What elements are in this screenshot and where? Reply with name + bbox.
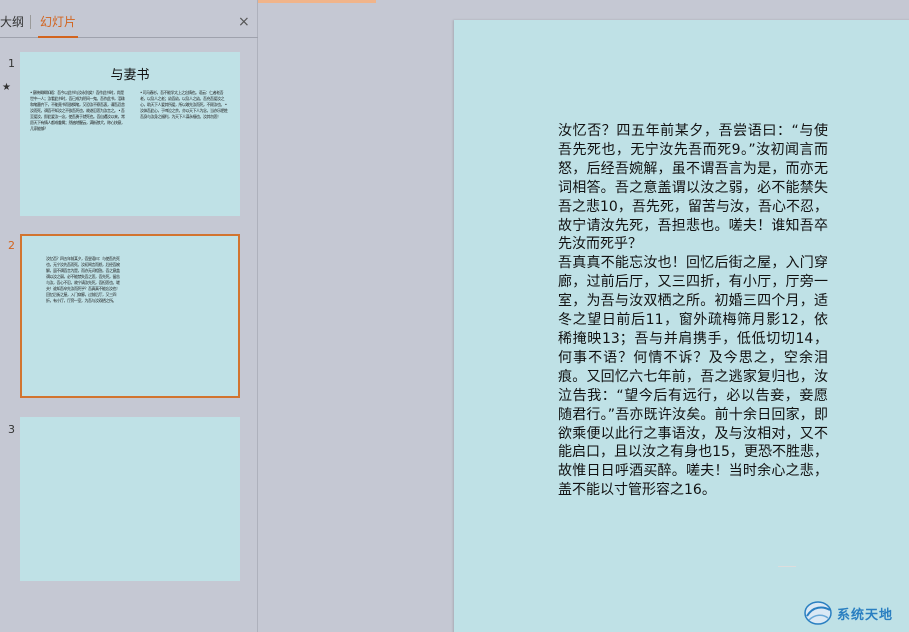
tab-slides[interactable]: 幻灯片: [40, 14, 76, 30]
slide-number-3: 3: [8, 423, 15, 436]
tab-separator: [30, 15, 31, 29]
tab-outline[interactable]: 大纲: [0, 14, 24, 30]
slide-number-1: 1: [8, 57, 15, 70]
panel-tabbar: 大纲 幻灯片 ×: [0, 10, 258, 38]
thumbnail-text-right: • 司马春衫，吾不能学太上之忘情也。语云：仁者老吾老，以及人之老；幼吾幼，以及人…: [140, 90, 228, 190]
slide-thumbnail-2[interactable]: 汝忆否？四五年前某夕，吾尝语曰：与使吾先死也，无宁汝先吾而死。汝初闻言而怒，后经…: [20, 234, 240, 398]
globe-logo-icon: [803, 600, 833, 626]
close-panel-icon[interactable]: ×: [238, 14, 250, 30]
thumbnail-title: 与妻书: [20, 64, 240, 83]
slide-thumbnail-3[interactable]: [20, 417, 240, 581]
slide-thumbnail-1[interactable]: 与妻书 • 意映卿卿如晤：吾今以此书与汝永别矣！吾作此书时，尚是世中一人；汝看此…: [20, 52, 240, 216]
thumbnail-text-left: • 意映卿卿如晤：吾今以此书与汝永别矣！吾作此书时，尚是世中一人；汝看此书时，吾…: [30, 90, 126, 202]
slide-number-2: 2: [8, 239, 15, 252]
slide-mark: [778, 566, 796, 567]
star-icon: ★: [2, 82, 11, 93]
thumbnail-text: 汝忆否？四五年前某夕，吾尝语曰：与使吾先死也，无宁汝先吾而死。汝初闻言而怒，后经…: [46, 256, 120, 356]
presentation-app: 大纲 幻灯片 × 1 ★ 与妻书 • 意映卿卿如晤：吾今以此书与汝永别矣！吾作此…: [0, 0, 909, 632]
slide-text-box[interactable]: 汝忆否？四五年前某夕，吾尝语曰：“与使吾先死也，无宁汝先吾而死9。”汝初闻言而怒…: [558, 122, 828, 500]
slides-panel: 大纲 幻灯片 × 1 ★ 与妻书 • 意映卿卿如晤：吾今以此书与汝永别矣！吾作此…: [0, 0, 258, 632]
slide-canvas[interactable]: 汝忆否？四五年前某夕，吾尝语曰：“与使吾先死也，无宁汝先吾而死9。”汝初闻言而怒…: [454, 20, 909, 632]
watermark: 系统天地: [803, 598, 909, 628]
watermark-text: 系统天地: [837, 604, 893, 623]
